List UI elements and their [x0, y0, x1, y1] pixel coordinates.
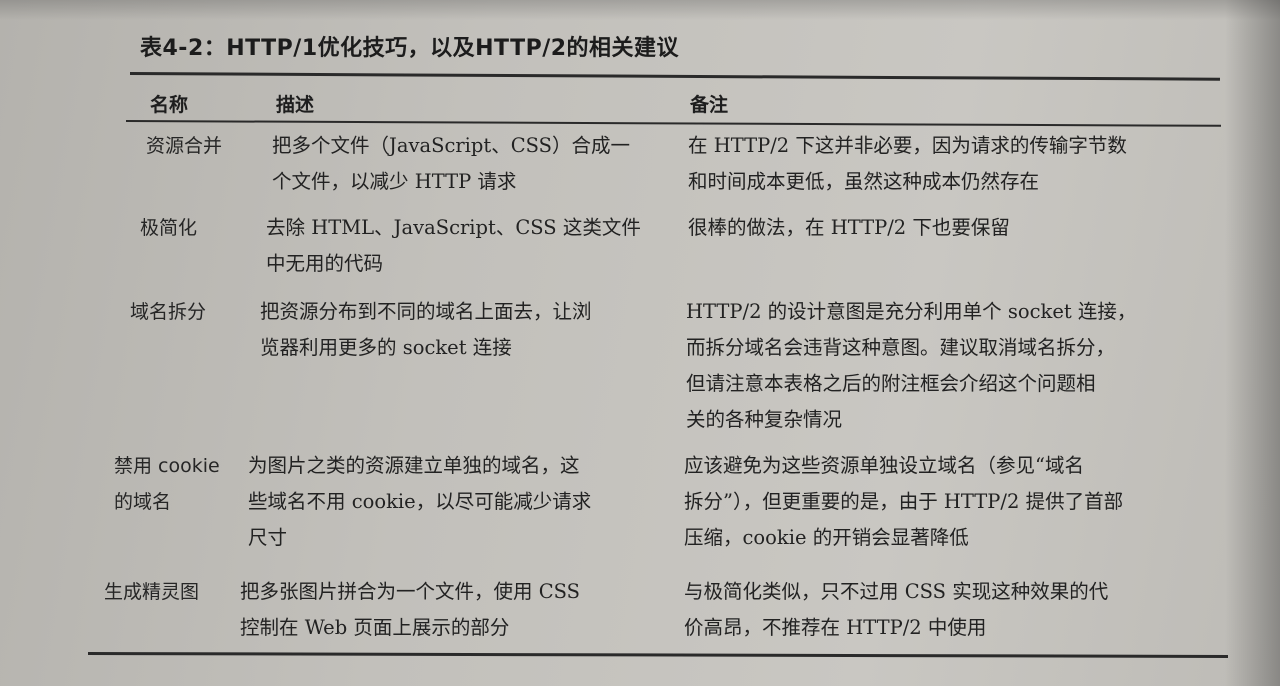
- table-row-notes: 应该避免为这些资源单独设立域名（参见“域名 拆分”），但更重要的是，由于 HTT…: [684, 454, 1124, 549]
- table-row-notes: HTTP/2 的设计意图是充分利用单个 socket 连接， 而拆分域名会违背这…: [686, 300, 1137, 431]
- header-notes: 备注: [690, 94, 729, 116]
- table-row-name: 禁用 cookie 的域名: [114, 455, 220, 513]
- page-shadow-top: [0, 0, 1280, 20]
- table-bottom-rule: [87, 652, 1228, 658]
- table-row-notes: 很棒的做法，在 HTTP/2 下也要保留: [688, 216, 1010, 239]
- header-name: 名称: [150, 94, 189, 116]
- table-row-notes: 与极简化类似，只不过用 CSS 实现这种效果的代 价高昂，不推荐在 HTTP/2…: [684, 580, 1109, 639]
- table-row-description: 把多张图片拼合为一个文件，使用 CSS 控制在 Web 页面上展示的部分: [240, 580, 580, 639]
- table-top-rule: [129, 72, 1220, 81]
- page-shadow-right: [1225, 0, 1280, 686]
- header-description: 描述: [276, 94, 315, 116]
- table-row-notes: 在 HTTP/2 下这并非必要，因为请求的传输字节数 和时间成本更低，虽然这种成…: [688, 134, 1127, 193]
- table-row-description: 去除 HTML、JavaScript、CSS 这类文件 中无用的代码: [266, 216, 641, 275]
- table-row-description: 为图片之类的资源建立单独的域名，这 些域名不用 cookie，以尽可能减少请求 …: [248, 454, 592, 549]
- table-row-name: 生成精灵图: [104, 581, 200, 603]
- table-row-name: 域名拆分: [130, 301, 207, 323]
- header-rule: [125, 120, 1221, 127]
- table-row-name: 极简化: [140, 217, 198, 239]
- table-row-name: 资源合并: [146, 135, 223, 157]
- table-row-description: 把多个文件（JavaScript、CSS）合成一 个文件，以减少 HTTP 请求: [272, 134, 631, 193]
- book-page: 表4-2：HTTP/1优化技巧，以及HTTP/2的相关建议 名称 描述 备注 资…: [0, 0, 1280, 686]
- table-row-description: 把资源分布到不同的域名上面去，让浏 览器利用更多的 socket 连接: [260, 300, 592, 359]
- table-caption: 表4-2：HTTP/1优化技巧，以及HTTP/2的相关建议: [140, 36, 680, 61]
